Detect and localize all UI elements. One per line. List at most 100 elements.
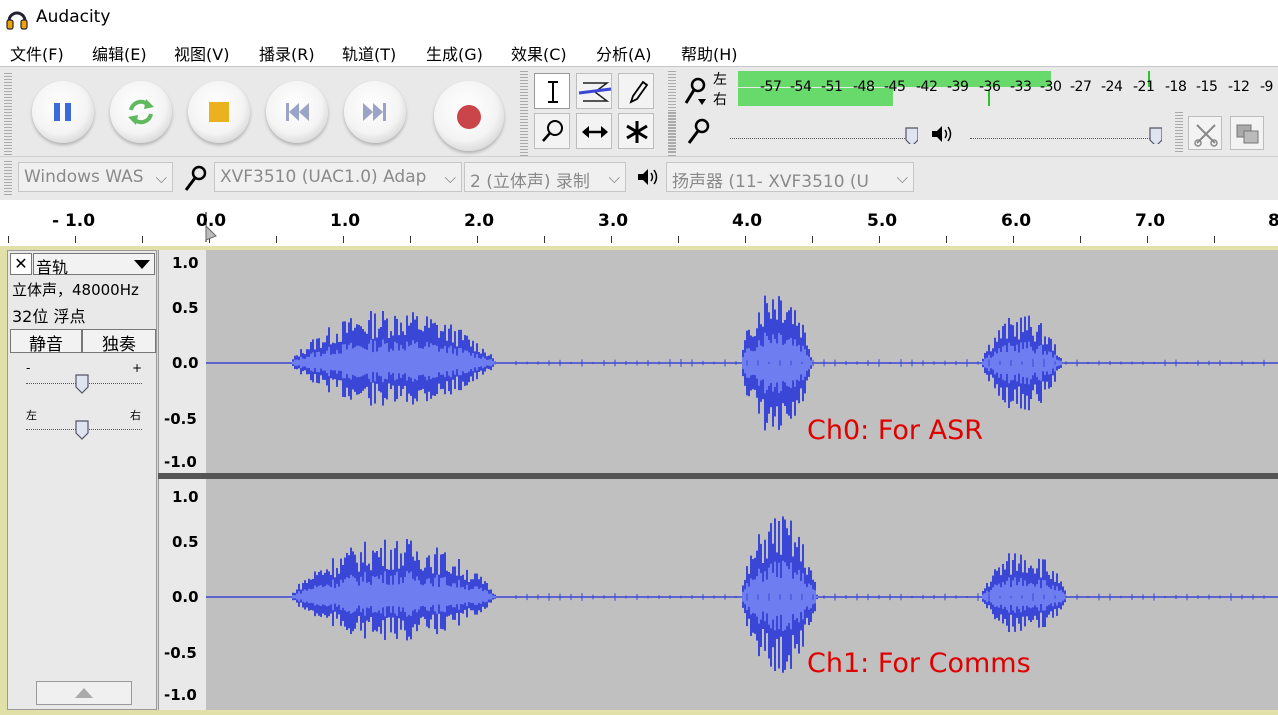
pan-right-label: 右: [130, 409, 141, 422]
ruler-tick: [75, 236, 76, 243]
skip-to-end-button[interactable]: [344, 81, 406, 143]
record-button[interactable]: [434, 81, 504, 151]
meter-right-label: 右: [713, 92, 727, 108]
meter-tick: -24: [1101, 79, 1123, 95]
amp-label: -1.0: [164, 686, 197, 704]
copy-button[interactable]: [1230, 116, 1264, 150]
track-format-rate: 立体声，48000Hz: [12, 281, 139, 299]
solo-label: 独奏: [102, 335, 136, 355]
play-head-marker-icon[interactable]: [200, 212, 220, 242]
ruler-label: 8: [1268, 211, 1278, 231]
meter-tick: -45: [884, 79, 906, 95]
stop-button[interactable]: [188, 81, 250, 143]
close-track-button[interactable]: ✕: [10, 253, 32, 275]
stop-icon: [209, 102, 229, 122]
menu-bar: 文件(F) 编辑(E) 视图(V) 播录(R) 轨道(T) 生成(G) 效果(C…: [0, 38, 1278, 66]
ruler-label: 5.0: [867, 211, 898, 231]
input-volume-slider[interactable]: [730, 138, 915, 140]
meter-tick: -36: [979, 79, 1001, 95]
draw-tool-button[interactable]: [618, 73, 654, 109]
timeline-ruler[interactable]: [0, 200, 1278, 248]
ruler-tick: [678, 236, 679, 243]
amp-label: 0.0: [172, 354, 199, 372]
audio-host-select[interactable]: Windows WAS ⌵: [18, 162, 173, 192]
gain-plus-label: +: [132, 361, 143, 375]
playback-device-select[interactable]: 扬声器 (11- XVF3510 (U ⌵: [666, 162, 914, 192]
amp-label: -0.5: [164, 410, 197, 428]
meter-tick: -15: [1196, 79, 1218, 95]
track-control-panel[interactable]: ✕ 音轨 立体声，48000Hz 32位 浮点 静音 独奏 - + 左 右: [7, 250, 157, 710]
audio-host-value: Windows WAS: [24, 167, 144, 187]
meter-tick: -51: [821, 79, 843, 95]
menu-edit[interactable]: 编辑(E): [92, 41, 147, 65]
loop-button[interactable]: [110, 81, 172, 143]
ruler-tick: [142, 236, 143, 243]
recording-channels-value: 2 (立体声) 录制: [470, 172, 590, 192]
chevron-down-icon: ⌵: [896, 169, 908, 187]
amp-label: 0.5: [172, 299, 199, 317]
pause-button[interactable]: [32, 81, 94, 143]
meter-tick: -42: [916, 79, 938, 95]
annotation-ch0: Ch0: For ASR: [807, 415, 983, 446]
zoom-tool-button[interactable]: [534, 113, 570, 149]
envelope-tool-button[interactable]: [576, 73, 612, 109]
app-title: Audacity: [36, 7, 111, 27]
edit-grip[interactable]: [1175, 112, 1183, 154]
solo-button[interactable]: 独奏: [82, 329, 156, 355]
menu-analyze[interactable]: 分析(A): [596, 41, 651, 65]
selection-tool-button[interactable]: [534, 73, 570, 109]
recording-device-value: XVF3510 (UAC1.0) Adap: [220, 167, 427, 187]
recording-device-select[interactable]: XVF3510 (UAC1.0) Adap ⌵: [214, 162, 462, 192]
menu-file[interactable]: 文件(F): [10, 41, 64, 65]
close-icon: ✕: [14, 254, 28, 273]
ruler-tick: [544, 236, 545, 243]
waveform-canvas: [206, 295, 1278, 673]
amp-label: -1.0: [164, 453, 197, 471]
menu-view[interactable]: 视图(V): [174, 41, 229, 65]
collapse-track-button[interactable]: [36, 681, 132, 705]
track-format-bits: 32位 浮点: [12, 307, 86, 326]
title-bar: Audacity: [0, 0, 1278, 38]
input-volume-thumb[interactable]: [904, 124, 918, 144]
time-shift-tool-button[interactable]: [576, 113, 612, 149]
skip-to-start-button[interactable]: [266, 81, 328, 143]
ruler-label: 4.0: [732, 211, 763, 231]
input-volume-microphone-icon: [687, 118, 710, 144]
pencil-icon: [629, 80, 649, 104]
meter-tick: -48: [853, 79, 875, 95]
mute-button[interactable]: 静音: [10, 329, 82, 355]
envelope-icon: [578, 82, 612, 102]
ruler-label: - 1.0: [52, 211, 96, 231]
toolbar-grip[interactable]: [4, 73, 12, 161]
pan-left-label: 左: [26, 409, 37, 422]
pan-slider-thumb[interactable]: [74, 419, 90, 441]
skip-to-end-icon: [363, 103, 386, 121]
gain-slider-thumb[interactable]: [74, 373, 90, 395]
amplitude-ruler[interactable]: [158, 250, 206, 710]
amp-label: 0.0: [172, 588, 199, 606]
output-volume-slider[interactable]: [970, 138, 1160, 140]
triangle-up-icon: [75, 688, 93, 698]
menu-tracks[interactable]: 轨道(T): [342, 41, 396, 65]
ruler-label: 1.0: [330, 211, 361, 231]
menu-help[interactable]: 帮助(H): [681, 41, 738, 65]
menu-effect[interactable]: 效果(C): [511, 41, 567, 65]
mixer-grip[interactable]: [668, 112, 676, 154]
cut-button[interactable]: [1188, 116, 1222, 150]
microphone-icon[interactable]: [682, 75, 708, 107]
menu-transport[interactable]: 播录(R): [259, 41, 315, 65]
track-name-menu[interactable]: 音轨: [33, 253, 155, 277]
multi-tool-button[interactable]: [618, 113, 654, 149]
recording-channels-select[interactable]: 2 (立体声) 录制 ⌵: [464, 162, 626, 192]
copy-icon: [1236, 124, 1259, 144]
waveform-area[interactable]: [206, 250, 1278, 710]
tools-grip[interactable]: [520, 71, 528, 157]
ruler-tick: [343, 236, 344, 243]
device-grip[interactable]: [4, 161, 12, 195]
pause-icon: [54, 103, 71, 121]
triangle-down-icon: [134, 260, 150, 269]
menu-generate[interactable]: 生成(G): [426, 41, 483, 65]
chevron-down-icon: ⌵: [444, 169, 456, 187]
ruler-tick: [1013, 236, 1014, 243]
output-volume-thumb[interactable]: [1148, 124, 1162, 144]
